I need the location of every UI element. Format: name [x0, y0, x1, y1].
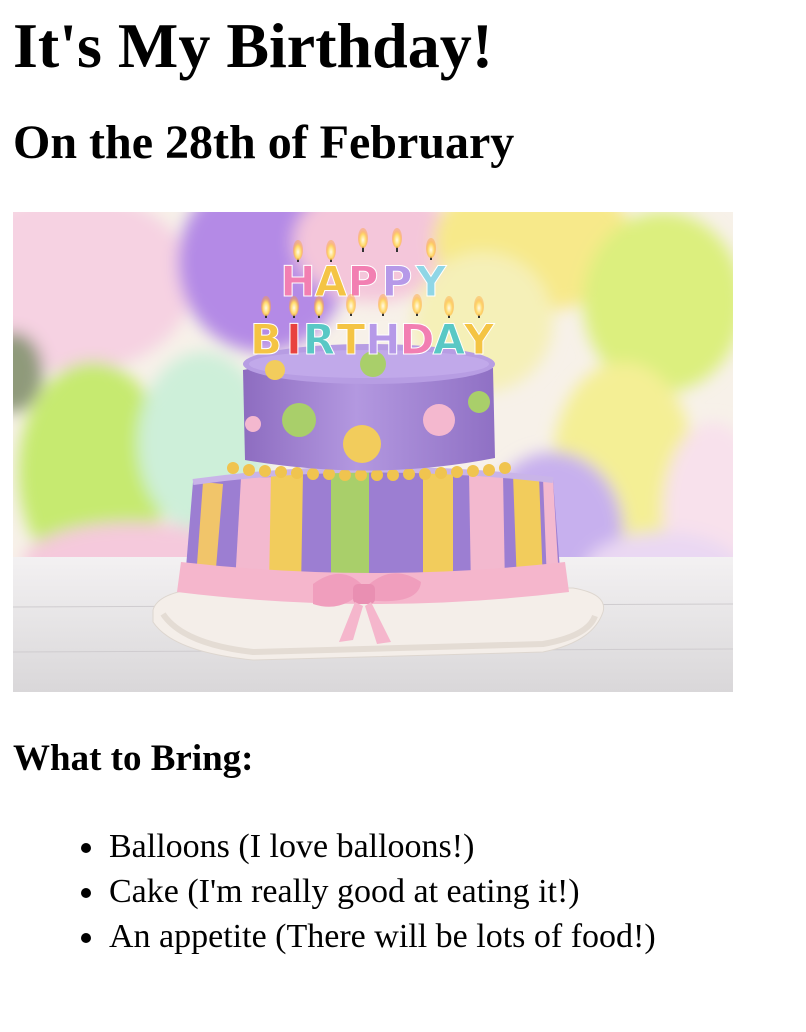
list-item: Cake (I'm really good at eating it!)	[81, 869, 793, 914]
svg-text:B: B	[250, 315, 282, 364]
svg-text:H: H	[280, 257, 315, 306]
list-item: An appetite (There will be lots of food!…	[81, 914, 793, 959]
list-item-text: Cake (I'm really good at eating it!)	[109, 873, 580, 910]
bullet-icon	[81, 933, 91, 943]
svg-text:R: R	[303, 315, 335, 364]
page-content: It's My Birthday! On the 28th of Februar…	[13, 0, 793, 959]
svg-text:Y: Y	[463, 315, 495, 364]
what-to-bring-heading: What to Bring:	[13, 738, 254, 779]
list-item: Balloons (I love balloons!)	[81, 824, 793, 869]
date-heading: On the 28th of February	[13, 116, 515, 169]
list-item-text: Balloons (I love balloons!)	[109, 828, 475, 865]
birthday-cake-image: H A P P Y B I R T H D A Y	[13, 212, 733, 692]
svg-text:H: H	[365, 315, 400, 364]
bullet-icon	[81, 888, 91, 898]
bullet-icon	[81, 843, 91, 853]
svg-text:A: A	[433, 315, 466, 364]
list-item-text: An appetite (There will be lots of food!…	[109, 918, 656, 955]
svg-text:D: D	[400, 315, 435, 364]
bring-list: Balloons (I love balloons!) Cake (I'm re…	[13, 824, 793, 959]
svg-text:I: I	[286, 315, 302, 364]
svg-text:T: T	[337, 315, 366, 364]
page-title: It's My Birthday!	[13, 10, 493, 81]
